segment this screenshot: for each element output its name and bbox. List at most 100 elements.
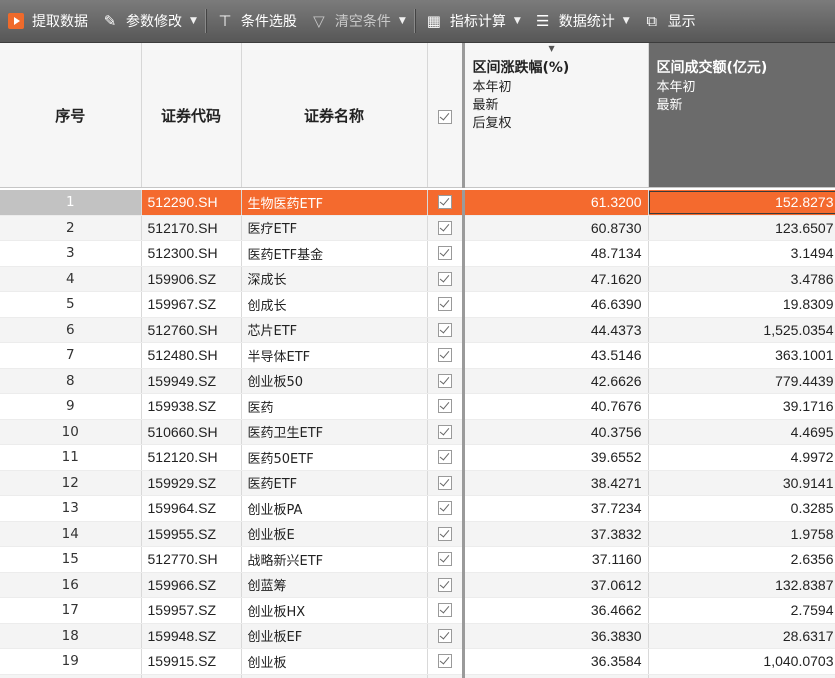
row-checkbox[interactable] [437, 195, 452, 210]
security-code[interactable]: 512770.SH [141, 546, 242, 573]
security-name[interactable]: 深成长 [241, 266, 428, 292]
security-code[interactable]: 159955.SZ [141, 521, 242, 547]
security-code[interactable]: 159966.SZ [141, 572, 242, 598]
row-checkbox-cell[interactable] [427, 240, 464, 267]
security-name[interactable]: 芯片ETF [241, 317, 428, 343]
table-row[interactable]: 17 159957.SZ 创业板HX 36.4662 2.7594 [0, 597, 835, 624]
security-name[interactable]: 医药ETF基金 [241, 240, 428, 267]
security-code[interactable]: 159915.SZ [141, 648, 242, 675]
security-code[interactable]: 159906.SZ [141, 266, 242, 292]
interval-change-value[interactable]: 61.3200 [461, 190, 649, 216]
row-checkbox-cell[interactable] [427, 495, 464, 522]
row-checkbox-cell[interactable] [427, 572, 464, 598]
security-code[interactable]: 512300.SH [141, 240, 242, 267]
interval-change-value[interactable]: 37.7234 [461, 495, 649, 522]
security-name[interactable]: 医药50ETF [241, 444, 428, 471]
toolbar-button-3[interactable]: ▽ 清空条件 ▼ [303, 0, 412, 42]
row-checkbox-cell[interactable] [427, 521, 464, 547]
row-checkbox-cell[interactable] [427, 674, 464, 678]
toolbar-button-4[interactable]: ▦ 指标计算 ▼ [418, 0, 527, 42]
row-checkbox-cell[interactable] [427, 470, 464, 496]
row-checkbox[interactable] [437, 424, 452, 439]
security-code[interactable]: 512290.SH [141, 190, 242, 216]
interval-change-value[interactable]: 44.4373 [461, 317, 649, 343]
chevron-down-icon[interactable]: ▼ [190, 16, 197, 26]
chevron-down-icon[interactable]: ▼ [514, 16, 521, 26]
row-checkbox[interactable] [437, 220, 452, 235]
row-checkbox-cell[interactable] [427, 190, 464, 216]
security-name[interactable]: 医药卫生ETF基金 [241, 674, 428, 678]
table-row[interactable]: 7 512480.SH 半导体ETF 43.5146 363.1001 [0, 342, 835, 369]
security-code[interactable]: 159964.SZ [141, 495, 242, 522]
interval-amount-value[interactable]: 4.4695 [648, 419, 835, 445]
security-code[interactable]: 159938.SZ [141, 393, 242, 420]
toolbar-button-6[interactable]: ⧉ 显示 [636, 0, 702, 42]
interval-amount-value[interactable]: 152.8273 [648, 190, 835, 216]
table-row[interactable]: 11 512120.SH 医药50ETF 39.6552 4.9972 [0, 444, 835, 471]
security-code[interactable]: 510660.SH [141, 419, 242, 445]
interval-change-value[interactable]: 38.4271 [461, 470, 649, 496]
security-code[interactable]: 512610.SH [141, 674, 242, 678]
row-checkbox-cell[interactable] [427, 291, 464, 318]
row-checkbox-cell[interactable] [427, 393, 464, 420]
interval-change-value[interactable]: 47.1620 [461, 266, 649, 292]
table-row[interactable]: 4 159906.SZ 深成长 47.1620 3.4786 [0, 266, 835, 292]
interval-change-value[interactable]: 37.3832 [461, 521, 649, 547]
security-code[interactable]: 159957.SZ [141, 597, 242, 624]
security-name[interactable]: 战略新兴ETF [241, 546, 428, 573]
table-row[interactable]: 9 159938.SZ 医药 40.7676 39.1716 [0, 393, 835, 420]
interval-amount-value[interactable]: 4.9972 [648, 444, 835, 471]
security-code[interactable]: 159948.SZ [141, 623, 242, 649]
row-checkbox[interactable] [437, 577, 452, 592]
interval-amount-value[interactable]: 1.0254 [648, 674, 835, 678]
table-row[interactable]: 6 512760.SH 芯片ETF 44.4373 1,525.0354 [0, 317, 835, 343]
security-name[interactable]: 医疗ETF [241, 215, 428, 241]
interval-amount-value[interactable]: 1.9758 [648, 521, 835, 547]
table-row[interactable]: 10 510660.SH 医药卫生ETF 40.3756 4.4695 [0, 419, 835, 445]
security-name[interactable]: 医药卫生ETF [241, 419, 428, 445]
table-row[interactable]: 18 159948.SZ 创业板EF 36.3830 28.6317 [0, 623, 835, 649]
interval-amount-value[interactable]: 39.1716 [648, 393, 835, 420]
interval-amount-value[interactable]: 3.4786 [648, 266, 835, 292]
table-row[interactable]: 15 512770.SH 战略新兴ETF 37.1160 2.6356 [0, 546, 835, 573]
column-header-select-all[interactable] [427, 43, 464, 188]
interval-change-value[interactable]: 46.6390 [461, 291, 649, 318]
table-row[interactable]: 20512610.SH医药卫生ETF基金 36.26011.0254 [0, 674, 835, 678]
toolbar-button-2[interactable]: ⊤ 条件选股 [209, 0, 303, 42]
row-checkbox[interactable] [437, 246, 452, 261]
chevron-down-icon[interactable]: ▼ [623, 16, 630, 26]
table-row[interactable]: 8 159949.SZ 创业板50 42.6626 779.4439 [0, 368, 835, 394]
row-checkbox-cell[interactable] [427, 546, 464, 573]
security-code[interactable]: 512480.SH [141, 342, 242, 369]
select-all-checkbox[interactable] [437, 109, 452, 124]
interval-change-value[interactable]: 36.2601 [461, 674, 649, 678]
row-checkbox-cell[interactable] [427, 419, 464, 445]
interval-change-value[interactable]: 37.0612 [461, 572, 649, 598]
security-name[interactable]: 创业板PA [241, 495, 428, 522]
security-name[interactable]: 创蓝筹 [241, 572, 428, 598]
column-header-index[interactable]: 序号 [0, 43, 142, 188]
security-code[interactable]: 159967.SZ [141, 291, 242, 318]
row-checkbox-cell[interactable] [427, 317, 464, 343]
security-name[interactable]: 创业板 [241, 648, 428, 675]
security-name[interactable]: 创业板HX [241, 597, 428, 624]
interval-amount-value[interactable]: 363.1001 [648, 342, 835, 369]
interval-change-value[interactable]: 40.7676 [461, 393, 649, 420]
interval-amount-value[interactable]: 1,040.0703 [648, 648, 835, 675]
interval-amount-value[interactable]: 123.6507 [648, 215, 835, 241]
row-checkbox[interactable] [437, 552, 452, 567]
toolbar-button-5[interactable]: ☰ 数据统计 ▼ [527, 0, 636, 42]
interval-change-value[interactable]: 43.5146 [461, 342, 649, 369]
interval-amount-value[interactable]: 2.6356 [648, 546, 835, 573]
table-row[interactable]: 5 159967.SZ 创成长 46.6390 19.8309 [0, 291, 835, 318]
table-row[interactable]: 19 159915.SZ 创业板 36.3584 1,040.0703 [0, 648, 835, 675]
interval-change-value[interactable]: 40.3756 [461, 419, 649, 445]
security-name[interactable]: 创成长 [241, 291, 428, 318]
row-checkbox[interactable] [437, 399, 452, 414]
row-checkbox-cell[interactable] [427, 342, 464, 369]
security-code[interactable]: 159949.SZ [141, 368, 242, 394]
interval-amount-value[interactable]: 28.6317 [648, 623, 835, 649]
table-row[interactable]: 3 512300.SH 医药ETF基金 48.7134 3.1494 [0, 240, 835, 267]
interval-change-value[interactable]: 42.6626 [461, 368, 649, 394]
interval-amount-value[interactable]: 2.7594 [648, 597, 835, 624]
